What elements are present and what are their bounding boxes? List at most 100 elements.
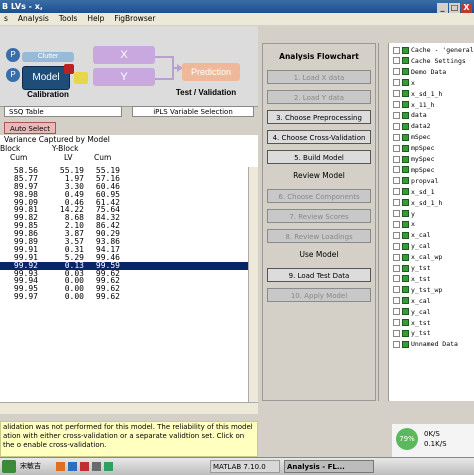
cache-item[interactable]: y_cal bbox=[393, 242, 431, 251]
taskbar-item-matlab[interactable]: MATLAB 7.10.0 bbox=[210, 460, 280, 473]
expand-icon[interactable] bbox=[393, 144, 400, 152]
menu-figbrowser[interactable]: FigBrowser bbox=[114, 14, 155, 23]
choose-cross-validation-button[interactable]: 4. Choose Cross-Validation bbox=[267, 130, 371, 144]
expand-icon[interactable] bbox=[393, 253, 400, 261]
ssq-table-body[interactable]: 58.56 55.19 55.19 85.77 1.97 57.16 89.97 3.30 60… bbox=[0, 167, 248, 402]
cache-item[interactable]: y_cal bbox=[393, 308, 431, 317]
expand-icon[interactable] bbox=[393, 166, 400, 174]
window-title: B LVs - x, bbox=[2, 2, 43, 11]
cache-item[interactable]: Cache Settings bbox=[393, 57, 466, 66]
expand-icon[interactable] bbox=[393, 231, 400, 239]
expand-icon[interactable] bbox=[393, 199, 400, 207]
cache-item[interactable]: x_sd_1_h bbox=[393, 90, 442, 99]
cache-item[interactable]: mySpec bbox=[393, 155, 434, 164]
cache-item[interactable]: mpSpec bbox=[393, 166, 434, 175]
test-y-box[interactable]: Y bbox=[93, 68, 155, 86]
expand-icon[interactable] bbox=[393, 340, 400, 348]
cache-item[interactable]: x_cal bbox=[393, 297, 431, 306]
cache-item[interactable]: mpSpec bbox=[393, 144, 434, 153]
tab-ipls-variable-selection[interactable]: iPLS Variable Selection bbox=[132, 106, 254, 117]
expand-icon[interactable] bbox=[393, 319, 400, 326]
cache-item[interactable]: x bbox=[393, 79, 415, 88]
app-icon[interactable] bbox=[56, 461, 65, 471]
auto-select-button[interactable]: Auto Select bbox=[4, 122, 56, 134]
expand-icon[interactable] bbox=[393, 308, 400, 316]
cache-item[interactable]: y_tst bbox=[393, 329, 431, 338]
model-box[interactable]: Model bbox=[22, 66, 70, 90]
cache-item[interactable]: Demo Data bbox=[393, 68, 446, 77]
expand-icon[interactable] bbox=[393, 133, 400, 141]
apply-model-button[interactable]: 10. Apply Model bbox=[267, 288, 371, 302]
expand-icon[interactable] bbox=[393, 122, 400, 130]
expand-icon[interactable] bbox=[393, 79, 400, 87]
cache-item[interactable]: x_tst bbox=[393, 275, 431, 284]
load-y-data-button[interactable]: 2. Load Y data bbox=[267, 90, 371, 104]
cache-item[interactable]: x_cal_wp bbox=[393, 253, 442, 262]
table-vertical-scrollbar[interactable] bbox=[248, 167, 258, 402]
test-x-box[interactable]: X bbox=[93, 46, 155, 64]
cache-item[interactable]: mSpec bbox=[393, 133, 431, 142]
cache-item[interactable]: propval bbox=[393, 177, 438, 186]
tab-ssq-table[interactable]: SSQ Table bbox=[4, 106, 122, 117]
menu-tools[interactable]: Tools bbox=[59, 14, 77, 23]
media-icon[interactable] bbox=[80, 461, 89, 471]
cache-item[interactable]: data bbox=[393, 111, 427, 120]
start-button[interactable] bbox=[2, 460, 16, 473]
expand-icon[interactable] bbox=[393, 264, 400, 272]
expand-icon[interactable] bbox=[393, 188, 400, 196]
expand-icon[interactable] bbox=[393, 57, 400, 65]
build-model-button[interactable]: 5. Build Model bbox=[267, 150, 371, 164]
settings-icon[interactable] bbox=[92, 461, 101, 471]
cache-item[interactable]: Cache - 'general' L bbox=[393, 46, 474, 55]
table-horizontal-scrollbar[interactable] bbox=[0, 402, 258, 414]
expand-icon[interactable] bbox=[393, 329, 400, 337]
load-x-data-button[interactable]: 1. Load X data bbox=[267, 70, 371, 84]
expand-icon[interactable] bbox=[393, 177, 400, 185]
cache-item[interactable]: y_tst bbox=[393, 264, 431, 273]
expand-icon[interactable] bbox=[393, 68, 400, 76]
maximize-button[interactable]: □ bbox=[449, 3, 460, 13]
cache-item[interactable]: x_tst bbox=[393, 319, 431, 328]
minimize-button[interactable]: _ bbox=[437, 3, 448, 13]
expand-icon[interactable] bbox=[393, 90, 400, 98]
expand-icon[interactable] bbox=[393, 242, 400, 250]
load-test-data-button[interactable]: 9. Load Test Data bbox=[267, 268, 371, 282]
expand-icon[interactable] bbox=[393, 297, 400, 305]
taskbar-item-app[interactable]: 宋敏吉 bbox=[20, 460, 41, 473]
cache-item[interactable]: x bbox=[393, 220, 415, 229]
expand-icon[interactable] bbox=[393, 286, 400, 294]
cache-item[interactable]: x_11_h bbox=[393, 101, 434, 110]
menu-analysis[interactable]: Analysis bbox=[18, 14, 49, 23]
chat-icon[interactable] bbox=[104, 461, 113, 471]
flowchart-scrollbar[interactable] bbox=[378, 43, 387, 401]
expand-icon[interactable] bbox=[393, 46, 400, 54]
prediction-box[interactable]: Prediction bbox=[182, 63, 240, 81]
review-loadings-button[interactable]: 8. Review Loadings bbox=[267, 229, 371, 243]
y-block-icon[interactable]: P bbox=[6, 68, 20, 82]
cache-tree[interactable]: Cache - 'general' L Cache Settings Demo Da… bbox=[388, 43, 474, 401]
cache-item[interactable]: x_sd_1_h bbox=[393, 199, 442, 208]
table-row[interactable]: 99.97 0.00 99.62 bbox=[0, 293, 248, 301]
expand-icon[interactable] bbox=[393, 101, 400, 108]
expand-icon[interactable] bbox=[393, 220, 400, 228]
expand-icon[interactable] bbox=[393, 155, 400, 163]
expand-icon[interactable] bbox=[393, 111, 400, 119]
cache-item[interactable]: y_tst_wp bbox=[393, 286, 442, 295]
cache-item[interactable]: x_cal bbox=[393, 231, 431, 240]
menu-file[interactable]: s bbox=[4, 14, 8, 23]
expand-icon[interactable] bbox=[393, 275, 400, 283]
expand-icon[interactable] bbox=[393, 210, 400, 217]
clutter-box[interactable]: Clutter bbox=[22, 52, 74, 62]
taskbar-item-analysis[interactable]: Analysis - FL... bbox=[284, 460, 374, 473]
browser-icon[interactable] bbox=[68, 461, 77, 471]
menu-help[interactable]: Help bbox=[87, 14, 104, 23]
choose-preprocessing-button[interactable]: 3. Choose Preprocessing bbox=[267, 110, 371, 124]
cache-item[interactable]: data2 bbox=[393, 122, 431, 131]
review-scores-button[interactable]: 7. Review Scores bbox=[267, 209, 371, 223]
choose-components-button[interactable]: 6. Choose Components bbox=[267, 189, 371, 203]
cache-item[interactable]: y bbox=[393, 210, 415, 219]
cache-item[interactable]: Unnamed Data bbox=[393, 340, 458, 349]
close-button[interactable]: X bbox=[461, 3, 472, 13]
x-block-icon[interactable]: P bbox=[6, 48, 20, 62]
cache-item[interactable]: x_sd_1 bbox=[393, 188, 434, 197]
